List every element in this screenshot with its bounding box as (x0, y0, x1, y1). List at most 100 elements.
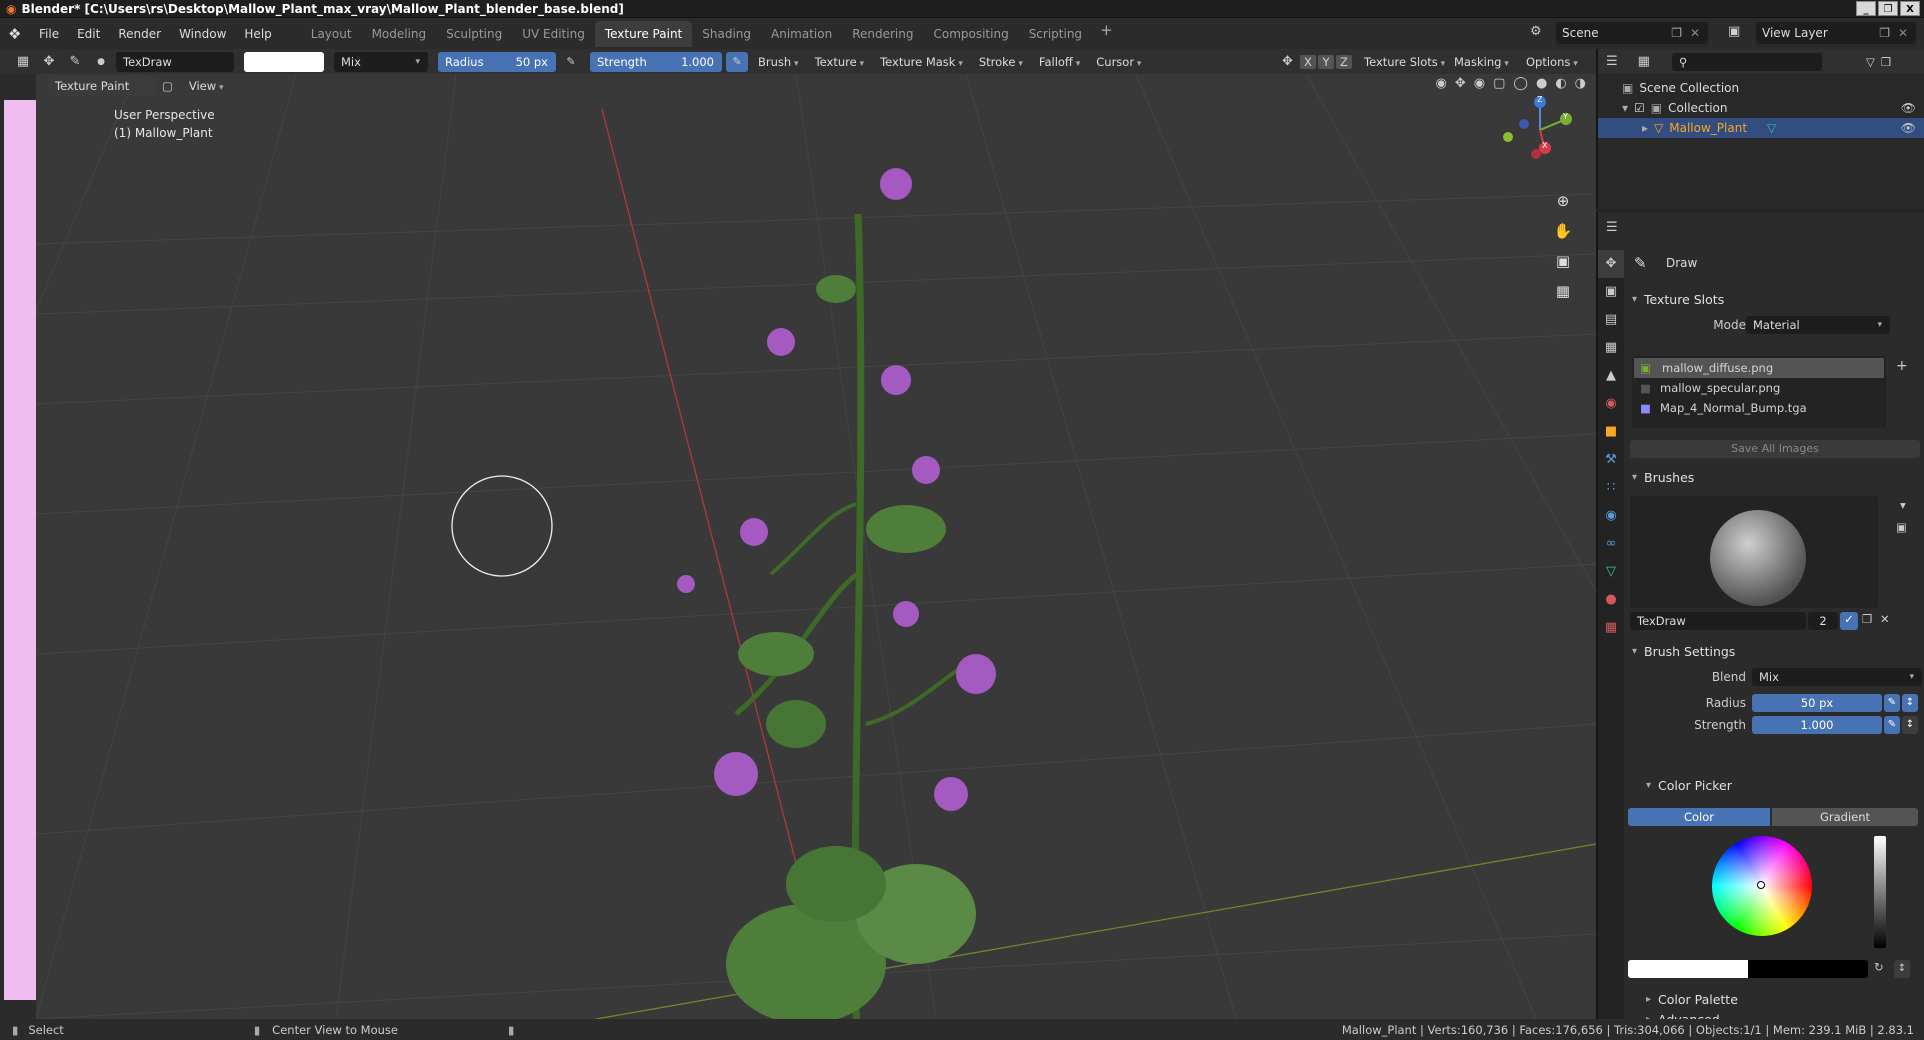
brush-settings-section[interactable]: Brush Settings (1626, 640, 1924, 664)
save-all-images-button[interactable]: Save All Images (1630, 440, 1920, 458)
texture-slots-menu[interactable]: Texture Slots (1358, 52, 1451, 72)
list-item[interactable]: ■ mallow_specular.png (1632, 378, 1886, 398)
scene-icon[interactable]: ⚙ (1530, 24, 1542, 39)
material-properties-tab[interactable]: ● (1598, 586, 1624, 614)
rendered-shading-icon[interactable]: ◑ (1575, 76, 1586, 91)
mode-select[interactable]: Texture Paint (48, 76, 156, 96)
secondary-color-swatch[interactable] (1748, 960, 1868, 978)
unlink-brush-icon[interactable]: ✕ (1880, 612, 1890, 626)
minimize-button[interactable]: _ (1856, 1, 1876, 16)
brush-menu[interactable]: Brush (752, 52, 805, 72)
outliner-row-collection[interactable]: ▾ ☑ ▣ Collection 👁 (1598, 98, 1924, 118)
eye-icon[interactable]: 👁 (1901, 121, 1916, 135)
blender-menu-icon[interactable]: ❖ (8, 25, 30, 43)
material-shading-icon[interactable]: ◐ (1555, 76, 1566, 91)
gizmo-toggle-icon[interactable]: ✥ (1455, 76, 1466, 91)
physics-properties-tab[interactable]: ◉ (1598, 502, 1624, 530)
strength-pressure-icon[interactable]: ✎ (726, 51, 748, 72)
xray-toggle-icon[interactable]: ▢ (1493, 76, 1505, 91)
outliner-search-input[interactable]: ⚲ (1671, 52, 1822, 71)
list-item[interactable]: ▣ mallow_diffuse.png (1634, 358, 1884, 378)
tab-uv-editing[interactable]: UV Editing (512, 21, 595, 47)
view-layer-properties-tab[interactable]: ▦ (1598, 334, 1624, 362)
view-layer-icon[interactable]: ▣ (1728, 24, 1740, 39)
brush-users-count[interactable]: 2 (1808, 612, 1838, 630)
outliner-row-scene-collection[interactable]: ▣ Scene Collection (1598, 78, 1924, 98)
wireframe-shading-icon[interactable]: ◯ (1513, 76, 1528, 91)
color-wheel-cursor[interactable] (1757, 881, 1765, 889)
slot-mode-select[interactable]: Material ▾ (1746, 316, 1890, 334)
navigation-gizmo[interactable]: Z Y X (1496, 90, 1576, 170)
fake-user-icon[interactable]: ✓ (1840, 612, 1858, 630)
outliner-editor-icon[interactable]: ☰ (1606, 54, 1618, 69)
maximize-button[interactable]: ❐ (1878, 1, 1898, 16)
masking-menu[interactable]: Masking (1448, 52, 1515, 72)
scene-properties-tab[interactable]: ▲ (1598, 362, 1624, 390)
radius-slider[interactable]: Radius 50 px (438, 51, 556, 72)
mirror-y-toggle[interactable]: Y (1318, 54, 1334, 69)
outliner-row-mallow-plant[interactable]: ▸ ▽ Mallow_Plant ▽ 👁 (1598, 118, 1924, 138)
brushes-section[interactable]: Brushes (1626, 466, 1924, 490)
radius-setting-slider[interactable]: 50 px (1752, 694, 1882, 712)
tab-animation[interactable]: Animation (761, 21, 842, 47)
tab-modeling[interactable]: Modeling (362, 21, 437, 47)
display-mode-icon[interactable]: ▦ (1638, 54, 1650, 69)
color-picker-section[interactable]: Color Picker (1640, 774, 1924, 798)
radius-unit-icon[interactable]: ↕ (1902, 694, 1918, 712)
brush-name-field[interactable]: TexDraw (116, 51, 234, 72)
radius-pressure-icon[interactable]: ✎ (560, 52, 582, 72)
remove-view-layer-icon[interactable]: ✕ (1898, 26, 1908, 40)
tab-scripting[interactable]: Scripting (1019, 21, 1092, 47)
camera-view-button[interactable]: ▣ (1550, 248, 1576, 274)
texture-mask-menu[interactable]: Texture Mask (874, 52, 969, 72)
primary-color-swatch[interactable] (1628, 960, 1748, 978)
view-menu[interactable]: View (179, 76, 230, 96)
texture-properties-tab[interactable]: ▦ (1598, 614, 1624, 642)
color-unify-icon[interactable]: ↕ (1894, 960, 1910, 978)
world-properties-tab[interactable]: ◉ (1598, 390, 1624, 418)
radius-pressure-toggle-icon[interactable]: ✎ (1884, 694, 1900, 712)
remove-scene-icon[interactable]: ✕ (1690, 26, 1700, 40)
particles-properties-tab[interactable]: ∷ (1598, 474, 1624, 502)
menu-window[interactable]: Window (170, 27, 235, 41)
blend-mode-select[interactable]: Mix ▾ (334, 51, 428, 72)
symmetry-icon[interactable]: ✥ (1282, 54, 1293, 69)
tab-texture-paint[interactable]: Texture Paint (594, 20, 693, 47)
eye-icon[interactable]: 👁 (1901, 101, 1916, 115)
options-menu[interactable]: Options (1520, 52, 1584, 72)
tab-sculpting[interactable]: Sculpting (436, 21, 512, 47)
disclosure-right-icon[interactable]: ▸ (1642, 121, 1648, 135)
view-layer-selector[interactable]: View Layer ❐ ✕ (1756, 22, 1916, 44)
perspective-toggle-button[interactable]: ▦ (1550, 278, 1576, 304)
brush-image-icon[interactable]: ▣ (1896, 520, 1907, 534)
strength-setting-slider[interactable]: 1.000 (1752, 716, 1882, 734)
filter-icon[interactable]: ▽ (1866, 55, 1875, 69)
menu-file[interactable]: File (30, 27, 68, 41)
tool-properties-tab[interactable]: ✥ (1598, 250, 1624, 278)
color-tab[interactable]: Color (1628, 808, 1770, 826)
overlay-toggle-icon[interactable]: ◉ (1474, 76, 1485, 91)
mirror-x-toggle[interactable]: X (1300, 54, 1316, 69)
add-slot-button[interactable]: + (1896, 358, 1908, 374)
brush-dropdown-icon[interactable]: ▾ (1900, 498, 1906, 512)
value-slider[interactable] (1874, 836, 1886, 948)
menu-help[interactable]: Help (235, 27, 280, 41)
mirror-z-toggle[interactable]: Z (1336, 54, 1352, 69)
falloff-menu[interactable]: Falloff (1033, 52, 1086, 72)
gradient-tab[interactable]: Gradient (1772, 808, 1918, 826)
copy-scene-icon[interactable]: ❐ (1671, 26, 1682, 40)
texture-slots-section[interactable]: Texture Slots (1626, 288, 1924, 312)
brush-name-input[interactable]: TexDraw (1630, 612, 1806, 630)
checkbox-icon[interactable]: ☑ (1634, 101, 1645, 115)
properties-editor-icon[interactable]: ☰ (1606, 220, 1618, 235)
render-properties-tab[interactable]: ▣ (1598, 278, 1624, 306)
tool-settings-icon[interactable]: ✥ (38, 52, 60, 72)
tab-layout[interactable]: Layout (301, 21, 362, 47)
zoom-button[interactable]: ⊕ (1550, 188, 1576, 214)
copy-view-layer-icon[interactable]: ❐ (1879, 26, 1890, 40)
editor-type-icon[interactable]: ▦ (12, 52, 34, 72)
list-item[interactable]: ■ Map_4_Normal_Bump.tga (1632, 398, 1886, 418)
3d-viewport[interactable]: Texture Paint ▢ View ◉ ✥ ◉ ▢ ◯ ● ◐ ◑ Use… (36, 74, 1596, 1019)
duplicate-brush-icon[interactable]: ❐ (1862, 612, 1872, 626)
new-collection-icon[interactable]: ❐ (1881, 55, 1891, 69)
